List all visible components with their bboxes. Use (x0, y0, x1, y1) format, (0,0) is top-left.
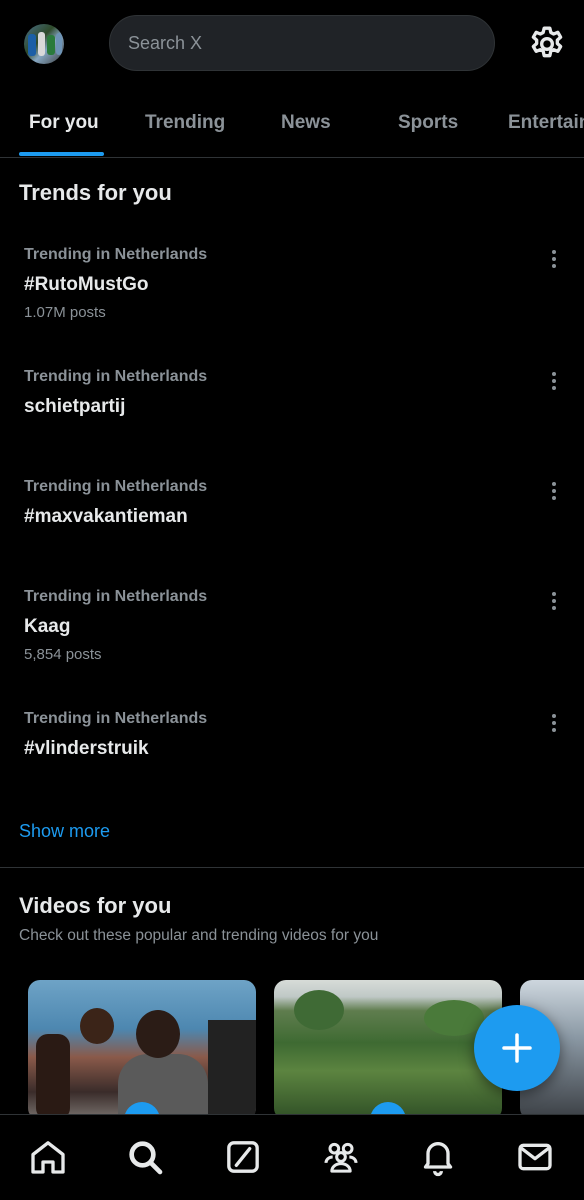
notifications-icon[interactable] (418, 1137, 458, 1177)
section-subtitle-videos: Check out these popular and trending vid… (19, 927, 379, 944)
more-vertical-icon[interactable] (540, 588, 568, 616)
more-vertical-icon[interactable] (540, 368, 568, 396)
active-tab-indicator (19, 152, 104, 156)
tab-news[interactable]: News (281, 96, 331, 156)
trend-name[interactable]: schietpartij (24, 396, 125, 418)
tab-sports[interactable]: Sports (398, 96, 458, 156)
trend-post-count: 5,854 posts (24, 646, 102, 663)
trend-name[interactable]: Kaag (24, 616, 70, 638)
home-icon[interactable] (28, 1137, 68, 1177)
messages-icon[interactable] (515, 1137, 555, 1177)
trend-post-count: 1.07M posts (24, 304, 106, 321)
explore-screen: For you Trending News Sports Entertainme… (0, 0, 584, 1200)
trend-name[interactable]: #vlinderstruik (24, 738, 149, 760)
video-thumbnail[interactable] (274, 980, 502, 1120)
search-icon[interactable] (125, 1137, 165, 1177)
section-title-videos: Videos for you (19, 893, 172, 918)
search-bar[interactable] (109, 15, 495, 71)
gear-icon[interactable] (527, 24, 567, 64)
top-bar (0, 0, 584, 88)
bottom-navigation (0, 1114, 584, 1200)
plus-icon (502, 1033, 532, 1063)
grok-icon[interactable] (223, 1137, 263, 1177)
trend-context: Trending in Netherlands (24, 710, 208, 727)
compose-button[interactable] (474, 1005, 560, 1091)
tab-entertainment[interactable]: Entertainment (508, 96, 584, 156)
show-more-link[interactable]: Show more (19, 821, 110, 842)
tab-for-you[interactable]: For you (29, 96, 99, 156)
section-divider (0, 867, 584, 868)
video-thumbnail[interactable] (28, 980, 256, 1120)
section-title-trends: Trends for you (19, 180, 172, 205)
trend-context: Trending in Netherlands (24, 246, 208, 263)
trend-context: Trending in Netherlands (24, 478, 208, 495)
more-vertical-icon[interactable] (540, 710, 568, 738)
trend-context: Trending in Netherlands (24, 368, 208, 385)
trend-name[interactable]: #maxvakantieman (24, 506, 188, 528)
tab-trending[interactable]: Trending (145, 96, 225, 156)
more-vertical-icon[interactable] (540, 478, 568, 506)
search-input[interactable] (110, 16, 494, 70)
trend-name[interactable]: #RutoMustGo (24, 274, 149, 296)
trend-context: Trending in Netherlands (24, 588, 208, 605)
more-vertical-icon[interactable] (540, 246, 568, 274)
explore-tabs: For you Trending News Sports Entertainme… (0, 96, 584, 158)
avatar[interactable] (24, 24, 64, 64)
communities-icon[interactable] (321, 1137, 361, 1177)
